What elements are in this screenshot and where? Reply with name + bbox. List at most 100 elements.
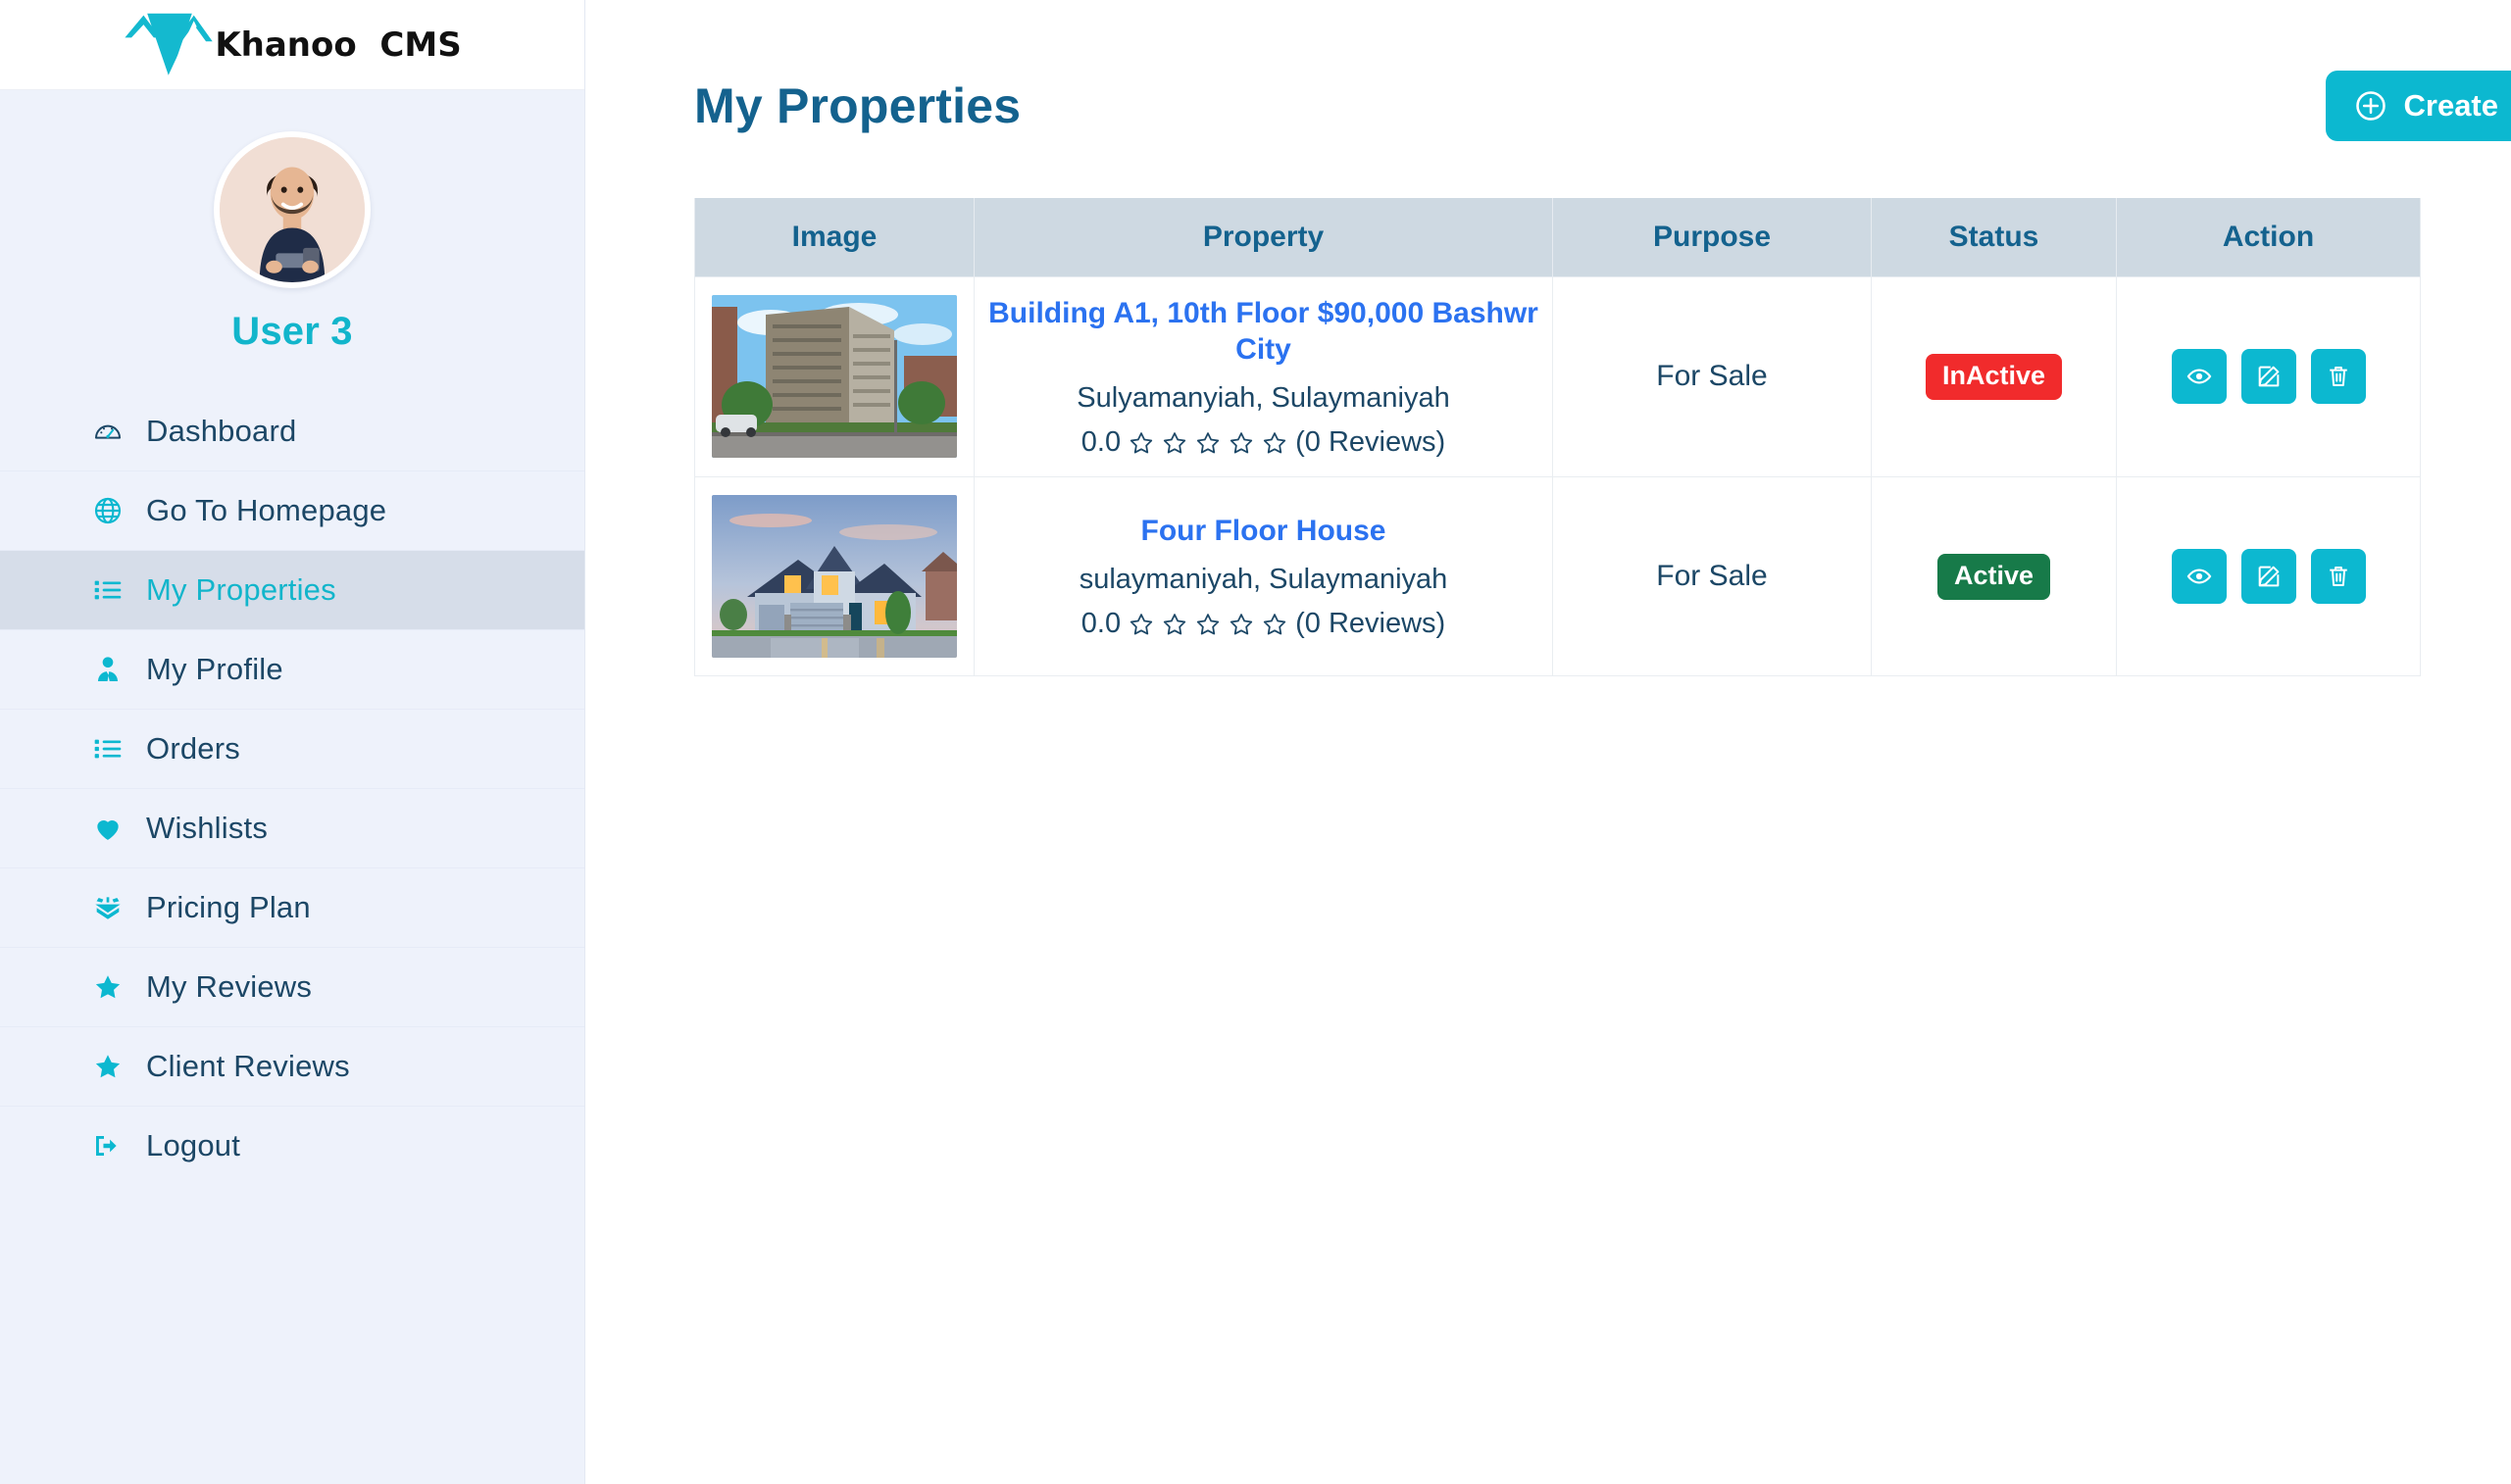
star-outline-icon — [1230, 613, 1253, 635]
reviews-count: (0 Reviews) — [1295, 608, 1446, 640]
sidebar-item-label: Go To Homepage — [146, 493, 387, 527]
property-title-link[interactable]: Four Floor House — [984, 513, 1542, 550]
sidebar-item-label: Wishlists — [146, 811, 269, 845]
sidebar-item-label: My Profile — [146, 652, 283, 686]
rating-stars — [1128, 611, 1288, 638]
trash-icon — [2325, 363, 2352, 390]
star-outline-icon — [1263, 613, 1286, 635]
main-content: My Properties Create Image Property Purp… — [585, 0, 2511, 1484]
status-badge: Active — [1936, 553, 2051, 600]
cell-property: Four Floor House sulaymaniyah, Sulaymani… — [974, 476, 1553, 677]
properties-table: Image Property Purpose Status Action Bui… — [694, 198, 2421, 677]
sidebar-item-my-properties[interactable]: My Properties — [0, 550, 584, 629]
brand-header[interactable]: Khanoo CMS — [0, 0, 584, 90]
delete-button[interactable] — [2310, 549, 2366, 605]
rating-value: 0.0 — [1080, 608, 1122, 640]
sidebar-item-label: Logout — [146, 1128, 241, 1162]
star-outline-icon — [1196, 431, 1220, 454]
cell-property: Building A1, 10th Floor $90,000 Bashwr C… — [974, 275, 1553, 478]
sidebar-item-go-to-homepage[interactable]: Go To Homepage — [0, 470, 584, 550]
rating-value: 0.0 — [1080, 426, 1122, 459]
column-header-action: Action — [2116, 198, 2421, 277]
column-header-image: Image — [694, 198, 975, 277]
cell-action — [2116, 476, 2421, 677]
column-header-status: Status — [1871, 198, 2117, 277]
create-button[interactable]: Create — [2325, 71, 2511, 141]
apartment-building-photo-icon[interactable] — [712, 295, 957, 459]
row-actions — [2127, 549, 2410, 605]
table-header-row: Image Property Purpose Status Action — [694, 198, 2421, 277]
status-badge: InActive — [1925, 353, 2063, 400]
star-outline-icon — [1163, 613, 1186, 635]
sidebar-item-label: Client Reviews — [146, 1049, 350, 1083]
table-row: Four Floor House sulaymaniyah, Sulaymani… — [694, 476, 2421, 677]
edit-button[interactable] — [2240, 349, 2296, 405]
sidebar-nav: Dashboard Go To Homepage My Properties M… — [0, 391, 584, 1185]
suburban-house-photo-icon[interactable] — [712, 495, 957, 659]
sidebar-item-wishlists[interactable]: Wishlists — [0, 788, 584, 867]
table-body: Building A1, 10th Floor $90,000 Bashwr C… — [694, 275, 2421, 677]
sidebar: Khanoo CMS User 3 Dashboard Go To Homepa… — [0, 0, 585, 1484]
properties-table-container: Image Property Purpose Status Action Bui… — [585, 198, 2511, 677]
sidebar-item-label: Orders — [146, 731, 240, 766]
star-outline-icon — [1263, 431, 1286, 454]
sidebar-item-dashboard[interactable]: Dashboard — [0, 391, 584, 470]
list-icon — [91, 732, 125, 766]
property-title-link[interactable]: Building A1, 10th Floor $90,000 Bashwr C… — [984, 295, 1542, 369]
pencil-square-icon — [2255, 563, 2283, 590]
cell-image — [694, 476, 975, 677]
table-header: Image Property Purpose Status Action — [694, 198, 2421, 277]
row-actions — [2127, 349, 2410, 405]
cell-purpose: For Sale — [1552, 476, 1872, 677]
plus-circle-icon — [2353, 88, 2388, 124]
page-title: My Properties — [694, 78, 1022, 133]
cell-action — [2116, 275, 2421, 478]
user-tie-icon — [91, 653, 125, 686]
trash-icon — [2325, 563, 2352, 590]
star-icon — [91, 970, 125, 1004]
create-button-label: Create — [2403, 88, 2499, 123]
avatar[interactable] — [214, 131, 371, 288]
column-header-property: Property — [974, 198, 1553, 277]
star-outline-icon — [1163, 431, 1186, 454]
sidebar-username: User 3 — [231, 310, 353, 353]
sidebar-item-pricing-plan[interactable]: Pricing Plan — [0, 867, 584, 947]
sidebar-item-label: My Properties — [146, 572, 336, 607]
heart-icon — [91, 812, 125, 845]
sidebar-item-my-reviews[interactable]: My Reviews — [0, 947, 584, 1026]
khanoo-mountain-logo-icon — [123, 8, 217, 82]
table-row: Building A1, 10th Floor $90,000 Bashwr C… — [694, 275, 2421, 478]
eye-icon — [2185, 363, 2213, 390]
sidebar-item-logout[interactable]: Logout — [0, 1106, 584, 1185]
reviews-count: (0 Reviews) — [1295, 426, 1446, 459]
star-outline-icon — [1196, 613, 1220, 635]
delete-button[interactable] — [2310, 349, 2366, 405]
open-box-icon — [91, 891, 125, 924]
rating-stars — [1128, 429, 1288, 457]
view-button[interactable] — [2171, 349, 2227, 405]
page-header: My Properties Create — [585, 0, 2511, 141]
globe-icon — [91, 494, 125, 527]
sidebar-item-label: Pricing Plan — [146, 890, 311, 924]
sidebar-profile: User 3 — [0, 90, 584, 375]
cell-status: Active — [1871, 476, 2117, 677]
property-rating: 0.0 (0 Reviews) — [984, 608, 1542, 640]
cell-purpose: For Sale — [1552, 275, 1872, 478]
sidebar-item-my-profile[interactable]: My Profile — [0, 629, 584, 709]
cell-status: InActive — [1871, 275, 2117, 478]
sidebar-item-client-reviews[interactable]: Client Reviews — [0, 1026, 584, 1106]
property-rating: 0.0 (0 Reviews) — [984, 426, 1542, 459]
sidebar-item-label: Dashboard — [146, 413, 297, 448]
edit-button[interactable] — [2240, 549, 2296, 605]
star-outline-icon — [1230, 431, 1253, 454]
star-icon — [91, 1050, 125, 1083]
view-button[interactable] — [2171, 549, 2227, 605]
eye-icon — [2185, 563, 2213, 590]
property-address: Sulyamanyiah, Sulaymaniyah — [1077, 381, 1450, 414]
pencil-square-icon — [2255, 363, 2283, 390]
sidebar-item-label: My Reviews — [146, 969, 313, 1004]
sidebar-item-orders[interactable]: Orders — [0, 709, 584, 788]
cell-image — [694, 275, 975, 478]
property-address: sulaymaniyah, Sulaymaniyah — [1079, 563, 1448, 595]
star-outline-icon — [1130, 613, 1153, 635]
